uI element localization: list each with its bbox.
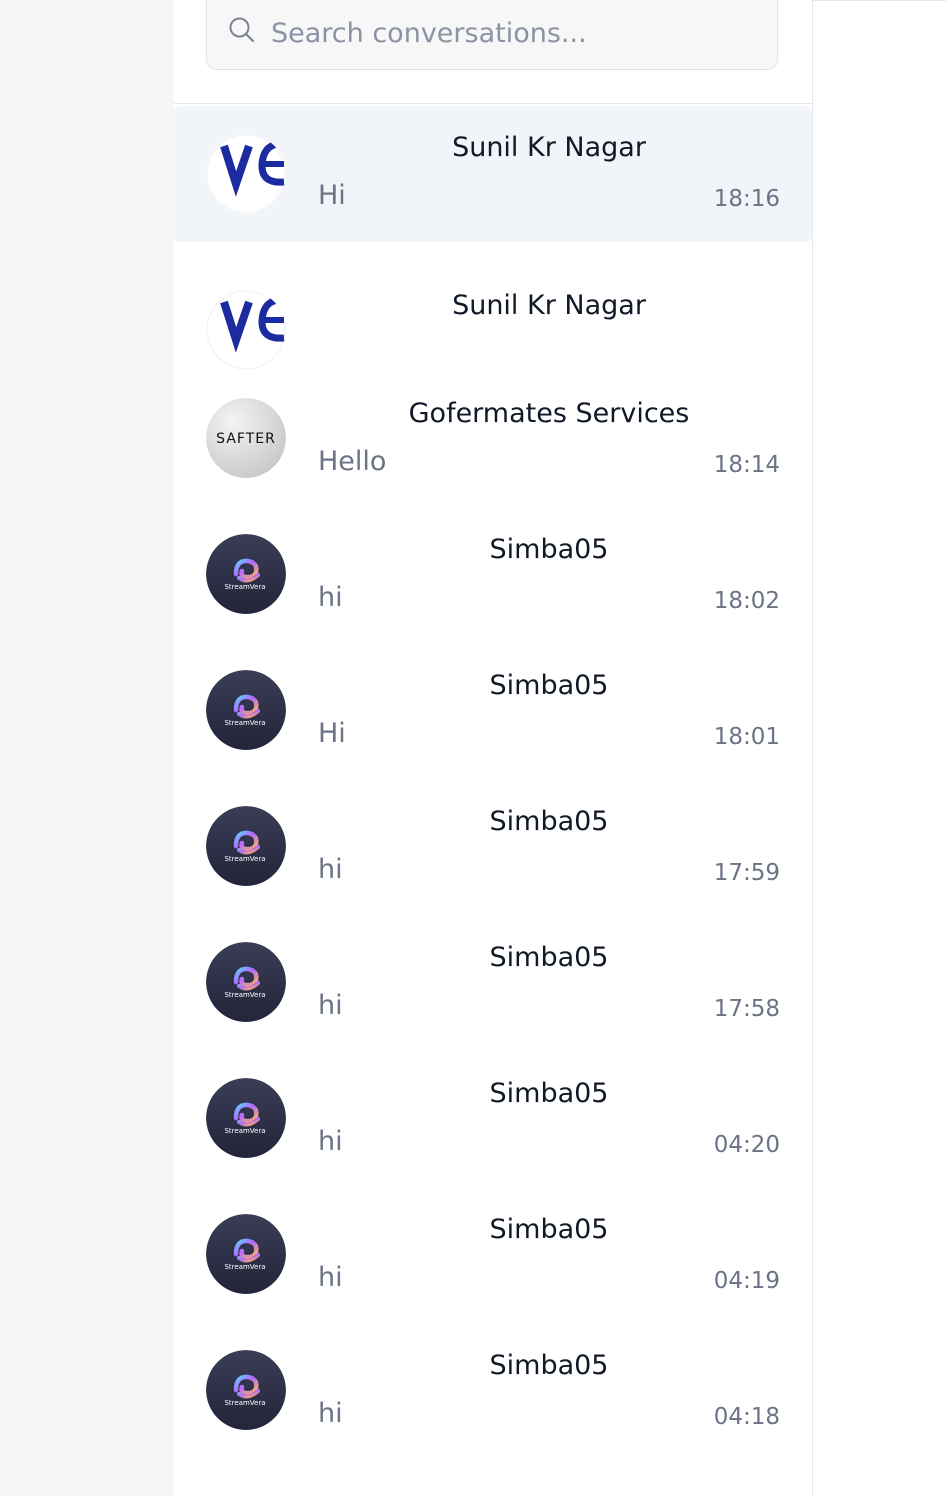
conversation-item[interactable]: SAFTER Gofermates Services Hello 18:14 <box>174 378 812 514</box>
svg-text:StreamVera: StreamVera <box>224 719 265 727</box>
svg-text:SAFTER: SAFTER <box>216 431 276 447</box>
conversation-name: Simba05 <box>489 534 609 565</box>
conversation-item[interactable]: StreamVera Simba05 Hi 18:01 <box>174 650 812 786</box>
conversation-name: Simba05 <box>489 806 609 837</box>
message-time: 18:01 <box>713 724 780 750</box>
search-icon <box>229 17 255 43</box>
message-preview: hi <box>318 854 343 885</box>
conversation-name: Simba05 <box>489 1214 609 1245</box>
conversation-item[interactable]: StreamVera Simba05 hi 18:02 <box>174 514 812 650</box>
conversation-name: Simba05 <box>489 942 609 973</box>
message-time: 04:20 <box>713 1132 780 1158</box>
message-preview: hi <box>318 1262 343 1293</box>
conversation-name: Simba05 <box>489 1350 609 1381</box>
message-preview: hi <box>318 1398 343 1429</box>
conversation-item[interactable]: Sunil Kr Nagar <box>174 242 812 378</box>
conversation-item[interactable]: StreamVera Simba05 hi 17:59 <box>174 786 812 922</box>
conversation-item[interactable]: StreamVera Simba05 hi 04:18 <box>174 1330 812 1466</box>
svg-text:StreamVera: StreamVera <box>224 991 265 999</box>
ve-logo-avatar <box>206 134 286 214</box>
message-preview: Hello <box>318 446 387 477</box>
streamvera-logo-avatar: StreamVera <box>206 1350 286 1430</box>
search-bar-area <box>174 0 812 104</box>
message-time: 17:59 <box>713 860 780 886</box>
conversation-name: Simba05 <box>489 670 609 701</box>
chat-area <box>813 0 946 1496</box>
conversation-name: Gofermates Services <box>408 398 690 429</box>
message-preview: hi <box>318 990 343 1021</box>
search-input[interactable] <box>271 13 751 53</box>
message-preview: hi <box>318 582 343 613</box>
streamvera-logo-avatar: StreamVera <box>206 942 286 1022</box>
message-time: 04:18 <box>713 1404 780 1430</box>
message-time: 17:58 <box>713 996 780 1022</box>
message-preview: Hi <box>318 180 346 211</box>
streamvera-logo-avatar: StreamVera <box>206 534 286 614</box>
conversation-item[interactable]: StreamVera Simba05 hi 04:20 <box>174 1058 812 1194</box>
conversation-name: Sunil Kr Nagar <box>452 290 646 321</box>
message-preview: Hi <box>318 718 346 749</box>
safter-logo-avatar: SAFTER <box>206 398 286 478</box>
svg-text:StreamVera: StreamVera <box>224 583 265 591</box>
left-gutter <box>0 0 174 1496</box>
svg-text:StreamVera: StreamVera <box>224 1399 265 1407</box>
message-time: 18:02 <box>713 588 780 614</box>
ve-logo-avatar <box>206 290 286 370</box>
message-preview: hi <box>318 1126 343 1157</box>
conversation-item[interactable]: StreamVera Simba05 hi 17:58 <box>174 922 812 1058</box>
conversations-panel: Sunil Kr Nagar Hi 18:16 Sunil Kr Nagar SAFTE… <box>174 0 813 1496</box>
message-time: 18:16 <box>713 186 780 212</box>
streamvera-logo-avatar: StreamVera <box>206 806 286 886</box>
conversation-name: Simba05 <box>489 1078 609 1109</box>
svg-text:StreamVera: StreamVera <box>224 855 265 863</box>
conversation-item[interactable]: Sunil Kr Nagar Hi 18:16 <box>174 106 812 242</box>
streamvera-logo-avatar: StreamVera <box>206 670 286 750</box>
streamvera-logo-avatar: StreamVera <box>206 1214 286 1294</box>
search-box[interactable] <box>206 0 778 70</box>
message-time: 04:19 <box>713 1268 780 1294</box>
streamvera-logo-avatar: StreamVera <box>206 1078 286 1158</box>
message-time: 18:14 <box>713 452 780 478</box>
conversation-name: Sunil Kr Nagar <box>452 132 646 163</box>
svg-text:StreamVera: StreamVera <box>224 1127 265 1135</box>
svg-text:StreamVera: StreamVera <box>224 1263 265 1271</box>
conversation-item[interactable]: StreamVera Simba05 hi 04:19 <box>174 1194 812 1330</box>
